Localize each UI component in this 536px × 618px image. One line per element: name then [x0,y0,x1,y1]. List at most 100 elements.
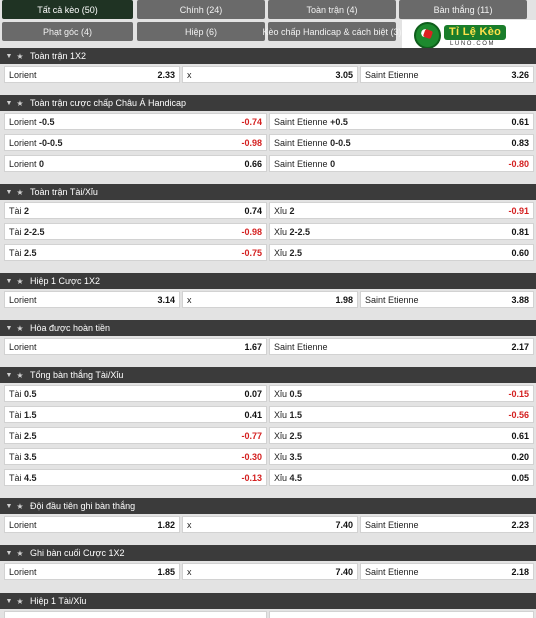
odds-cell[interactable]: Lorient 3.14 [4,291,180,308]
selection-name: Lorient [9,116,37,127]
star-icon[interactable]: ★ [14,324,26,333]
star-icon[interactable]: ★ [14,549,26,558]
star-icon[interactable]: ★ [14,99,26,108]
handicap-line: 2.5 [24,247,37,258]
odds-cell[interactable]: Lorient 1.85 [4,563,180,580]
odds-cell[interactable]: Tài 0.5 0.07 [4,385,267,402]
odds-cell[interactable]: Tài 1.5 0.41 [4,406,267,423]
market-header[interactable]: ▼ ★ Toàn trận Tài/Xỉu [0,184,536,200]
odds-cell[interactable] [4,611,267,618]
star-icon[interactable]: ★ [14,371,26,380]
market-header[interactable]: ▼ ★ Toàn trận 1X2 [0,48,536,64]
odds-value: -0.75 [241,247,262,258]
odds-cell[interactable]: Saint Etienne 2.17 [269,338,534,355]
odds-cell[interactable]: Lorient -0.5 -0.74 [4,113,267,130]
star-icon[interactable]: ★ [14,277,26,286]
chevron-down-icon[interactable]: ▼ [4,53,14,60]
odds-value: 7.40 [335,519,353,530]
tab-6[interactable]: Hiệp (6) [137,22,265,41]
odds-cell[interactable]: Tài 2.5 -0.75 [4,244,267,261]
chevron-down-icon[interactable]: ▼ [4,503,14,510]
odds-cell[interactable]: x 3.05 [182,66,358,83]
tab-4[interactable]: Bàn thắng (11) [399,0,527,19]
tab-3[interactable]: Toàn trận (4) [268,0,396,19]
odds-cell[interactable]: Tài 2-2.5 -0.98 [4,223,267,240]
odds-value: 1.67 [244,341,262,352]
odds-cell[interactable]: Xỉu 3.5 0.20 [269,448,534,465]
chevron-down-icon[interactable]: ▼ [4,100,14,107]
odds-cell[interactable]: x 7.40 [182,516,358,533]
odds-cell[interactable] [269,611,534,618]
odds-cell[interactable]: Tài 4.5 -0.13 [4,469,267,486]
odds-cell[interactable]: Saint Etienne 2.18 [360,563,534,580]
odds-cell[interactable]: Tài 2 0.74 [4,202,267,219]
odds-cell[interactable]: Xỉu 2.5 0.60 [269,244,534,261]
odds-cell[interactable]: Xỉu 1.5 -0.56 [269,406,534,423]
selection-label: Saint Etienne 0 [274,159,335,169]
selection-name: Lorient [9,519,37,530]
odds-cell[interactable]: x 1.98 [182,291,358,308]
odds-value: 0.61 [511,116,529,127]
market-header[interactable]: ▼ ★ Tổng bàn thắng Tài/Xỉu [0,367,536,383]
selection-name: Lorient [9,137,37,148]
odds-cell[interactable]: Saint Etienne 3.26 [360,66,534,83]
chevron-down-icon[interactable]: ▼ [4,598,14,605]
market-header[interactable]: ▼ ★ Hiệp 1 Tài/Xỉu [0,593,536,609]
selection-name: x [187,69,192,80]
odds-cell[interactable]: Saint Etienne +0.5 0.61 [269,113,534,130]
tab-2[interactable]: Chính (24) [137,0,265,19]
tab-5[interactable]: Phạt góc (4) [2,22,133,41]
tab-7[interactable]: Kèo chấp Handicap & cách biệt (3) [262,22,402,41]
odds-cell[interactable]: Lorient 1.67 [4,338,267,355]
odds-cell[interactable]: Lorient 2.33 [4,66,180,83]
odds-cell[interactable]: Tài 2.5 -0.77 [4,427,267,444]
odds-cell[interactable]: Xỉu 4.5 0.05 [269,469,534,486]
odds-cell[interactable]: Saint Etienne 3.88 [360,291,534,308]
handicap-line: 2.5 [289,430,303,441]
handicap-line: 2 [24,205,30,216]
odds-cell[interactable]: Xỉu 2.5 0.61 [269,427,534,444]
selection-label: Tài 2.5 [9,431,37,441]
star-icon[interactable]: ★ [14,502,26,511]
odds-cell[interactable]: Saint Etienne 0-0.5 0.83 [269,134,534,151]
market-title: Hiệp 1 Tài/Xỉu [30,596,87,606]
chevron-down-icon[interactable]: ▼ [4,189,14,196]
handicap-line: +0.5 [330,116,348,127]
star-icon[interactable]: ★ [14,52,26,61]
odds-cell[interactable]: Lorient 0 0.66 [4,155,267,172]
selection-label: Xỉu 0.5 [274,389,302,399]
odds-cell[interactable]: x 7.40 [182,563,358,580]
market-header[interactable]: ▼ ★ Ghi bàn cuối Cược 1X2 [0,545,536,561]
market-header[interactable]: ▼ ★ Hiệp 1 Cược 1X2 [0,273,536,289]
chevron-down-icon[interactable]: ▼ [4,278,14,285]
star-icon[interactable]: ★ [14,597,26,606]
handicap-line: -0-0.5 [39,137,63,148]
chevron-down-icon[interactable]: ▼ [4,325,14,332]
odds-cell[interactable]: Lorient 1.82 [4,516,180,533]
odds-cell[interactable]: Xỉu 2-2.5 0.81 [269,223,534,240]
odds-value: 0.41 [244,409,262,420]
star-icon[interactable]: ★ [14,188,26,197]
handicap-line: 0.5 [24,388,37,399]
selection-label: Saint Etienne [365,520,419,530]
market-header[interactable]: ▼ ★ Đội đầu tiên ghi bàn thắng [0,498,536,514]
market-header[interactable]: ▼ ★ Hòa được hoàn tiền [0,320,536,336]
selection-name: Lorient [9,294,37,305]
tab-1[interactable]: Tất cả kèo (50) [2,0,133,19]
handicap-line: 0.5 [289,388,303,399]
odds-cell[interactable]: Saint Etienne 0 -0.80 [269,155,534,172]
odds-cell[interactable]: Lorient -0-0.5 -0.98 [4,134,267,151]
selection-label: Saint Etienne [365,70,419,80]
selection-name: Saint Etienne [365,566,419,577]
odds-cell[interactable]: Xỉu 0.5 -0.15 [269,385,534,402]
market-title: Ghi bàn cuối Cược 1X2 [30,548,125,558]
odds-cell[interactable]: Tài 3.5 -0.30 [4,448,267,465]
market-header[interactable]: ▼ ★ Toàn trận cược chấp Châu Á Handicap [0,95,536,111]
odds-cell[interactable]: Xỉu 2 -0.91 [269,202,534,219]
chevron-down-icon[interactable]: ▼ [4,550,14,557]
handicap-line: 2.5 [24,430,37,441]
selection-name: x [187,294,192,305]
chevron-down-icon[interactable]: ▼ [4,372,14,379]
odds-cell[interactable]: Saint Etienne 2.23 [360,516,534,533]
odds-value: 1.98 [335,294,353,305]
